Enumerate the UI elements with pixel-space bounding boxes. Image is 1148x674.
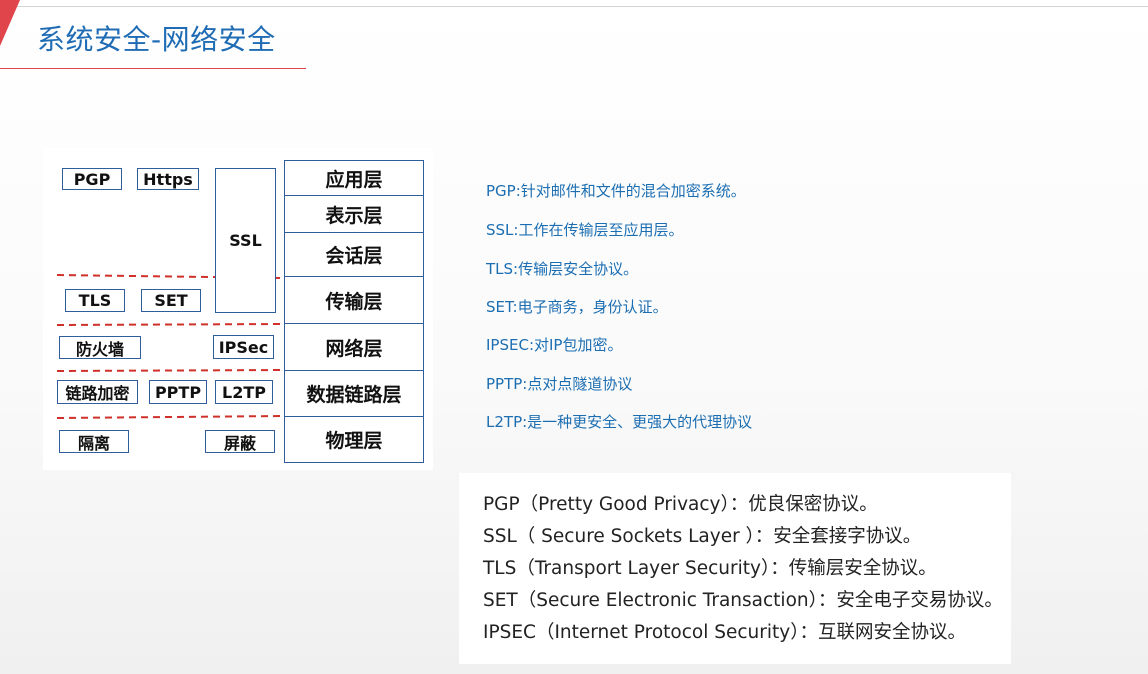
protocol-box-shield: 屏蔽 [205, 430, 275, 453]
dashed-separator [56, 369, 285, 372]
layer-transport: 传输层 [284, 276, 424, 324]
protocol-box-pgp: PGP [62, 168, 122, 190]
definition-item: TLS（Transport Layer Security）：传输层安全协议。 [483, 558, 937, 579]
protocol-box-isolation: 隔离 [59, 430, 129, 453]
layer-physical: 物理层 [284, 416, 424, 463]
definition-item: IPSEC（Internet Protocol Security）：互联网安全协… [483, 622, 966, 643]
layer-network: 网络层 [284, 323, 424, 371]
definition-item: PGP（Pretty Good Privacy）：优良保密协议。 [483, 494, 878, 515]
protocol-box-tls: TLS [65, 289, 125, 312]
top-divider [0, 6, 1148, 7]
definitions-panel: PGP（Pretty Good Privacy）：优良保密协议。 SSL（ Se… [459, 473, 1011, 664]
layer-presentation: 表示层 [284, 195, 424, 233]
protocol-box-firewall: 防火墙 [59, 336, 141, 359]
definition-item: SSL（ Secure Sockets Layer ）：安全套接字协议。 [483, 526, 922, 547]
dashed-separator [56, 323, 285, 326]
layer-data-link: 数据链路层 [284, 370, 424, 417]
dashed-separator [56, 415, 285, 419]
note-item: PGP:针对邮件和文件的混合加密系统。 [486, 182, 746, 200]
title-underline [0, 68, 306, 69]
protocol-box-ssl: SSL [215, 168, 276, 313]
protocol-box-https: Https [137, 168, 199, 190]
note-item: SSL:工作在传输层至应用层。 [486, 221, 684, 239]
layer-session: 会话层 [284, 232, 424, 277]
definition-item: SET（Secure Electronic Transaction）：安全电子交… [483, 590, 1003, 611]
note-item: PPTP:点对点隧道协议 [486, 375, 633, 393]
note-item: SET:电子商务，身份认证。 [486, 298, 668, 316]
layer-application: 应用层 [284, 160, 424, 196]
protocol-box-pptp: PPTP [149, 380, 207, 404]
note-item: IPSEC:对IP包加密。 [486, 336, 623, 354]
corner-accent [0, 0, 20, 46]
note-item: TLS:传输层安全协议。 [486, 260, 639, 278]
osi-security-diagram: PGP Https SSL TLS SET 防火墙 IPSec 链路加密 PPT… [43, 148, 433, 470]
page-title: 系统安全-网络安全 [37, 23, 276, 56]
protocol-box-set: SET [141, 289, 201, 312]
protocol-box-l2tp: L2TP [215, 380, 273, 404]
protocol-box-link-encrypt: 链路加密 [57, 380, 138, 404]
note-item: L2TP:是一种更安全、更强大的代理协议 [486, 413, 753, 431]
protocol-box-ipsec: IPSec [213, 335, 274, 359]
